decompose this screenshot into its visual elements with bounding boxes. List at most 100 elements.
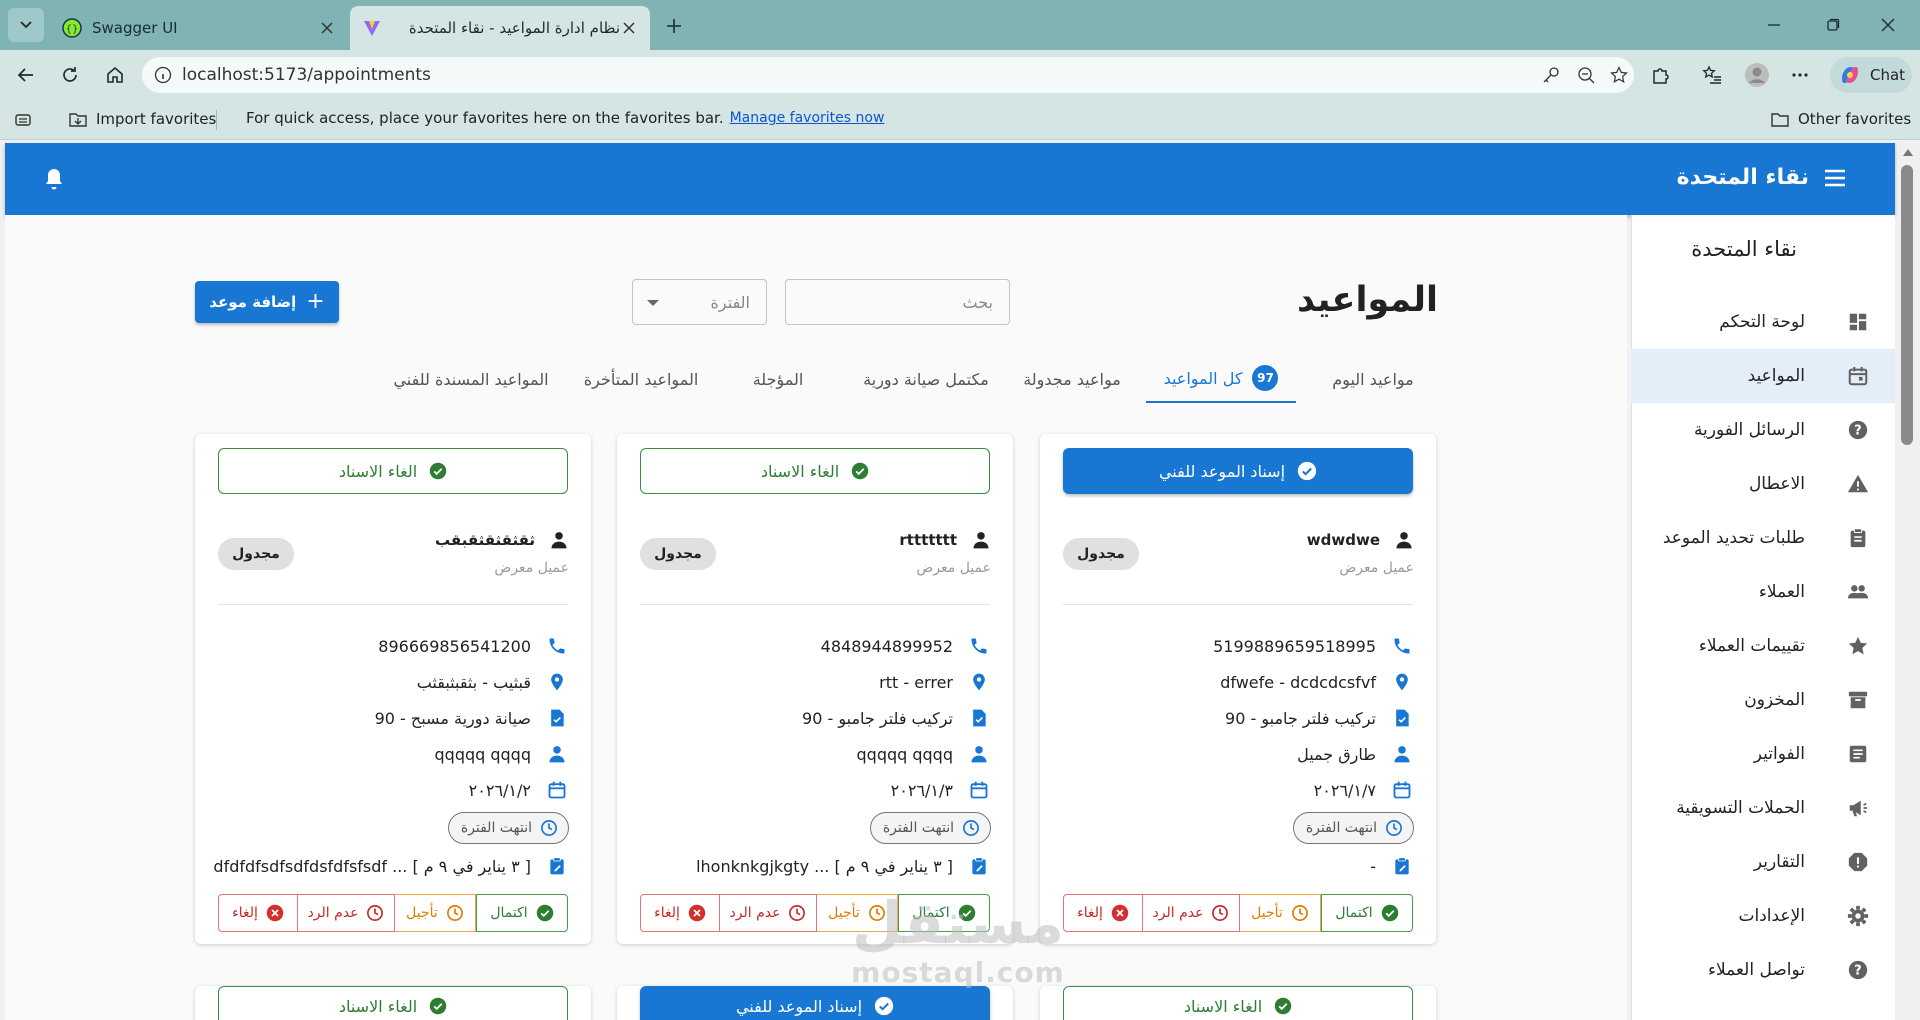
page-scrollbar[interactable]: [1897, 143, 1920, 1020]
service-icon: [967, 708, 991, 728]
tab-late[interactable]: المواعيد المتأخرة: [571, 355, 711, 403]
cancel-button[interactable]: إلغاء: [218, 894, 298, 932]
menu-toggle-button[interactable]: [1823, 168, 1847, 188]
complete-button[interactable]: اكتمال: [476, 894, 568, 932]
service-value: تركيب فلتر جامبو - 90: [1225, 708, 1376, 728]
add-appointment-button[interactable]: + إضافة موعد: [195, 281, 339, 323]
manage-favorites-link[interactable]: Manage favorites now: [730, 110, 885, 126]
customer-name-text: ثقثقثقثقبقب: [435, 531, 535, 549]
appointment-card-partial: الغاء الاسناد: [195, 986, 591, 1020]
date-row: ٢٠٢٦/١/٧: [1314, 778, 1414, 802]
brand-name: نقاء المتحدة: [1676, 165, 1809, 190]
cancel-button-label: إلغاء: [654, 905, 680, 921]
phone-icon: [967, 636, 991, 656]
unassign-button[interactable]: الغاء الاسناد: [640, 448, 990, 494]
cancel-icon: [1111, 904, 1129, 922]
clock-icon: [366, 904, 384, 922]
minimize-window-button[interactable]: [1754, 8, 1794, 42]
sidebar-item-0[interactable]: لوحة التحكم: [1631, 295, 1895, 349]
sidebar-item-3[interactable]: الاعطال: [1631, 457, 1895, 511]
phone-icon: [1390, 636, 1414, 656]
postpone-button[interactable]: تأجيل: [1239, 894, 1321, 932]
new-tab-button[interactable]: [660, 12, 688, 40]
zoom-out-icon[interactable]: [1575, 64, 1597, 86]
date-value: ٢٠٢٦/١/٣: [890, 780, 953, 800]
no-response-button[interactable]: عدم الرد: [719, 894, 817, 932]
settings-more-button[interactable]: [1784, 59, 1816, 91]
browser-toolbar: localhost:5173/appointments Chat: [0, 50, 1920, 100]
period-status-chip: انتهت الفترة: [869, 812, 991, 844]
close-window-button[interactable]: [1868, 8, 1908, 42]
sidebar-item-1[interactable]: المواعيد: [1631, 349, 1895, 403]
tab-today[interactable]: مواعيد اليوم: [1308, 355, 1438, 403]
tab-assigned-technician[interactable]: المواعيد المسندة للفني: [380, 355, 562, 403]
postpone-button[interactable]: تأجيل: [394, 894, 476, 932]
button-label: الغاء الاسناد: [1183, 996, 1263, 1016]
favorite-star-icon[interactable]: [1608, 64, 1630, 86]
import-favorites-button[interactable]: Import favorites: [68, 109, 216, 129]
sidebar-item-4[interactable]: طلبات تحديد الموعد: [1631, 511, 1895, 565]
tab-close-icon[interactable]: [620, 19, 638, 37]
page-title: المواعيد: [1297, 280, 1438, 320]
sidebar-item-11[interactable]: الإعدادات: [1631, 889, 1895, 943]
cancel-button-label: إلغاء: [232, 905, 258, 921]
complete-button[interactable]: اكتمال: [1321, 894, 1413, 932]
unassign-button[interactable]: الغاء الاسناد: [218, 448, 568, 494]
phone-row: 5199889659518995: [1213, 634, 1414, 658]
search-input[interactable]: [785, 279, 1010, 325]
home-button[interactable]: [99, 59, 131, 91]
sidebar-item-8[interactable]: الفواتير: [1631, 727, 1895, 781]
tab-close-icon[interactable]: [318, 19, 336, 37]
sidebar-item-6[interactable]: تقييمات العملاء: [1631, 619, 1895, 673]
period-select[interactable]: الفترة: [632, 279, 767, 325]
sidebar-item-label: لوحة التحكم: [1719, 312, 1805, 332]
tab-postponed[interactable]: المؤجلة: [723, 355, 833, 403]
scrollbar-thumb[interactable]: [1901, 165, 1913, 445]
assign-technician-button[interactable]: إسناد الموعد للفني: [1063, 448, 1413, 494]
other-favorites-button[interactable]: Other favorites: [1770, 109, 1911, 129]
address-bar[interactable]: localhost:5173/appointments: [142, 57, 1634, 93]
notifications-button[interactable]: [43, 167, 65, 191]
cancel-button[interactable]: إلغاء: [640, 894, 720, 932]
clock-icon: [540, 819, 558, 837]
bell-icon: [46, 169, 62, 190]
no-response-button[interactable]: عدم الرد: [1142, 894, 1240, 932]
unassign-button[interactable]: الغاء الاسناد: [218, 986, 568, 1020]
browser-tabstrip: {} Swagger UI نظام ادارة المواعيد - نقاء…: [0, 0, 1920, 50]
site-info-icon[interactable]: [152, 64, 174, 86]
browser-tab-swagger[interactable]: {} Swagger UI: [50, 6, 348, 50]
key-icon[interactable]: [1540, 64, 1562, 86]
tab-actions-menu-button[interactable]: [8, 8, 44, 42]
copilot-chat-button[interactable]: Chat: [1830, 57, 1912, 93]
unassign-button[interactable]: الغاء الاسناد: [1063, 986, 1413, 1020]
no-response-button[interactable]: عدم الرد: [297, 894, 395, 932]
date-row: ٢٠٢٦/١/٢: [469, 778, 569, 802]
sidebar-item-10[interactable]: التقارير: [1631, 835, 1895, 889]
scroll-up-arrow-icon[interactable]: [1903, 149, 1913, 156]
tab-label: كل المواعيد: [1163, 368, 1243, 388]
reload-button[interactable]: [54, 59, 86, 91]
sidebar-item-12[interactable]: ? تواصل العملاء: [1631, 943, 1895, 997]
profile-button[interactable]: [1741, 59, 1773, 91]
extensions-button[interactable]: [1644, 59, 1676, 91]
appointment-actions: اكتمال تأجيل عدم الرد إلغاء: [1063, 894, 1413, 932]
tab-all[interactable]: 97 كل المواعيد: [1146, 355, 1296, 403]
tab-completed-maintenance[interactable]: مكتمل صيانة دورية: [851, 355, 1001, 403]
sidebar-item-label: المخزون: [1744, 690, 1805, 710]
sidebar-item-7[interactable]: المخزون: [1631, 673, 1895, 727]
tab-label: المواعيد المسندة للفني: [393, 369, 549, 389]
tab-scheduled[interactable]: مواعيد مجدولة: [1013, 355, 1131, 403]
card-divider: [1063, 604, 1413, 605]
date-icon: [967, 780, 991, 800]
favorites-button[interactable]: [1696, 59, 1728, 91]
technician-row: qqqqq qqqq: [857, 742, 992, 766]
reading-list-icon[interactable]: [14, 111, 32, 129]
sidebar-item-2[interactable]: ? الرسائل الفورية: [1631, 403, 1895, 457]
tab-label: مواعيد مجدولة: [1023, 369, 1121, 389]
back-button[interactable]: [10, 59, 42, 91]
restore-window-button[interactable]: [1813, 8, 1853, 42]
sidebar-item-5[interactable]: العملاء: [1631, 565, 1895, 619]
sidebar-item-9[interactable]: الحملات التسويقية: [1631, 781, 1895, 835]
browser-tab-appointments[interactable]: نظام ادارة المواعيد - نقاء المتحدة: [350, 6, 650, 50]
service-row: تركيب فلتر جامبو - 90: [802, 706, 991, 730]
